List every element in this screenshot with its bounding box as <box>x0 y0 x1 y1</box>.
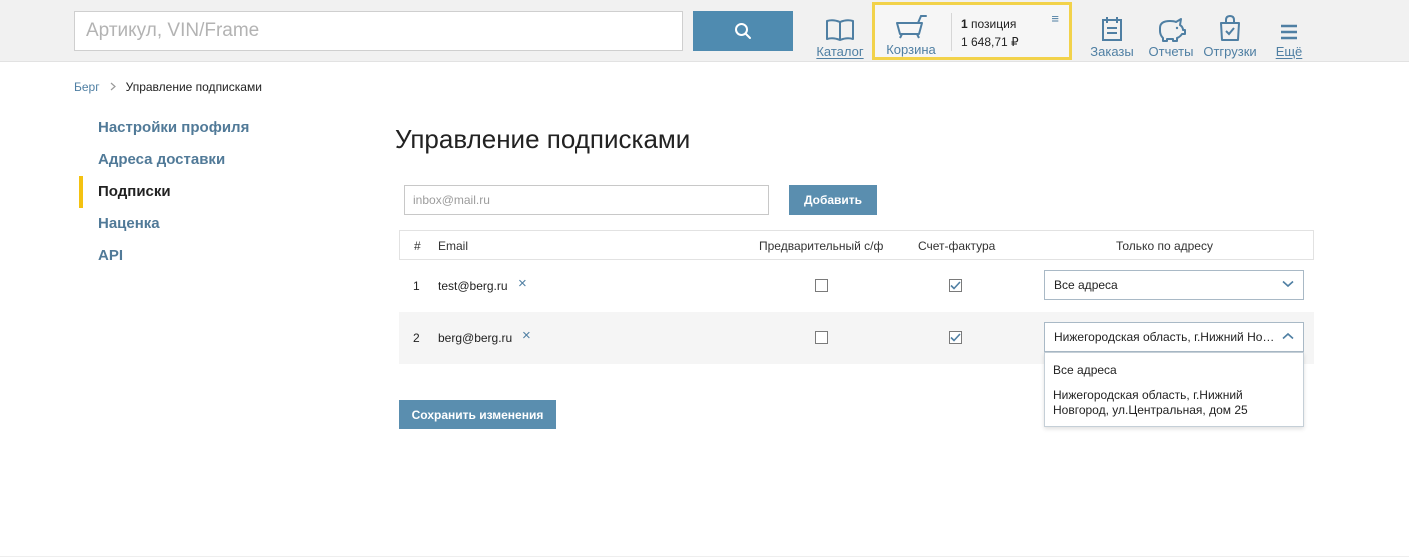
chevron-down-icon <box>1282 280 1294 288</box>
shopping-bag-icon <box>1220 14 1240 41</box>
row-email: test@berg.ru <box>438 279 508 293</box>
dropdown-option-all-addresses[interactable]: Все адреса <box>1045 363 1125 377</box>
cart-divider <box>951 13 952 51</box>
cart-widget[interactable]: Корзина 1 позиция 1 648,71 ₽ ≡ <box>872 2 1072 60</box>
cart-link[interactable]: Корзина <box>875 5 947 57</box>
top-header: Каталог Корзина 1 позиция 1 648,71 ₽ ≡ З… <box>0 0 1409 62</box>
shipments-label: Отгрузки <box>1203 44 1257 59</box>
checkmark-icon <box>950 333 961 342</box>
address-select[interactable]: Все адреса <box>1044 270 1304 300</box>
cart-count: 1 позиция <box>961 17 1017 31</box>
row-number: 1 <box>413 279 420 293</box>
save-changes-button[interactable]: Сохранить изменения <box>399 400 556 429</box>
cart-sum: 1 648,71 ₽ <box>961 35 1019 49</box>
shipments-link[interactable]: Отгрузки <box>1200 0 1260 62</box>
col-header-num: # <box>414 239 421 253</box>
breadcrumb-root-link[interactable]: Берг <box>74 80 100 94</box>
cart-label: Корзина <box>886 42 936 57</box>
search-input[interactable] <box>74 11 683 51</box>
hamburger-menu-icon <box>1281 24 1297 40</box>
remove-close-icon[interactable]: × <box>522 327 531 344</box>
more-link[interactable]: Ещё <box>1272 0 1306 62</box>
breadcrumb: Берг Управление подписками <box>74 80 262 94</box>
cart-menu-icon[interactable]: ≡ <box>1051 11 1059 26</box>
address-dropdown-list: Все адреса Нижегородская область, г.Нижн… <box>1044 352 1304 427</box>
piggy-bank-icon <box>1159 18 1186 42</box>
catalog-link[interactable]: Каталог <box>812 0 868 62</box>
reports-link[interactable]: Отчеты <box>1145 0 1197 62</box>
subscriptions-table: # Email Предварительный с/ф Счет-фактура… <box>399 230 1314 364</box>
breadcrumb-chevron-icon <box>110 80 116 94</box>
dropdown-option-nizhny-novgorod[interactable]: Нижегородская область, г.Нижний Новгород… <box>1045 388 1285 418</box>
invoice-checkbox[interactable] <box>949 279 962 292</box>
catalog-label: Каталог <box>816 44 864 59</box>
table-header: # Email Предварительный с/ф Счет-фактура… <box>399 230 1314 260</box>
email-input[interactable] <box>404 185 769 215</box>
invoice-checkbox[interactable] <box>949 331 962 344</box>
sidebar-item-api[interactable]: API <box>79 240 339 272</box>
reports-label: Отчеты <box>1148 44 1194 59</box>
preliminary-checkbox[interactable] <box>815 279 828 292</box>
row-email: berg@berg.ru <box>438 331 513 345</box>
table-row: 1 test@berg.ru × Все адреса <box>399 260 1314 312</box>
col-header-email: Email <box>438 239 469 253</box>
chevron-up-icon <box>1282 332 1294 340</box>
search-icon <box>735 23 751 39</box>
col-header-preliminary: Предварительный с/ф <box>759 239 884 253</box>
orders-link[interactable]: Заказы <box>1086 0 1138 62</box>
search-button[interactable] <box>693 11 793 51</box>
clipboard-icon <box>1102 17 1122 41</box>
checkmark-icon <box>950 281 961 290</box>
more-label: Ещё <box>1275 44 1303 59</box>
sidebar-item-delivery-addresses[interactable]: Адреса доставки <box>79 144 339 176</box>
col-header-invoice: Счет-фактура <box>918 239 996 253</box>
book-icon <box>826 19 854 41</box>
col-header-address: Только по адресу <box>1116 239 1213 253</box>
cart-icon <box>896 15 927 39</box>
add-button[interactable]: Добавить <box>789 185 877 215</box>
sidebar-item-subscriptions[interactable]: Подписки <box>79 176 339 208</box>
page-title: Управление подписками <box>395 124 691 154</box>
sidebar-item-markup[interactable]: Наценка <box>79 208 339 240</box>
breadcrumb-current: Управление подписками <box>125 80 262 94</box>
footer-divider <box>0 556 1409 557</box>
row-number: 2 <box>413 331 420 345</box>
orders-label: Заказы <box>1090 44 1134 59</box>
address-select[interactable]: Нижегородская область, г.Нижний Новгород… <box>1044 322 1304 352</box>
sidebar-item-profile-settings[interactable]: Настройки профиля <box>79 112 339 144</box>
preliminary-checkbox[interactable] <box>815 331 828 344</box>
settings-sidebar: Настройки профиля Адреса доставки Подпис… <box>79 112 339 272</box>
remove-close-icon[interactable]: × <box>518 275 527 292</box>
